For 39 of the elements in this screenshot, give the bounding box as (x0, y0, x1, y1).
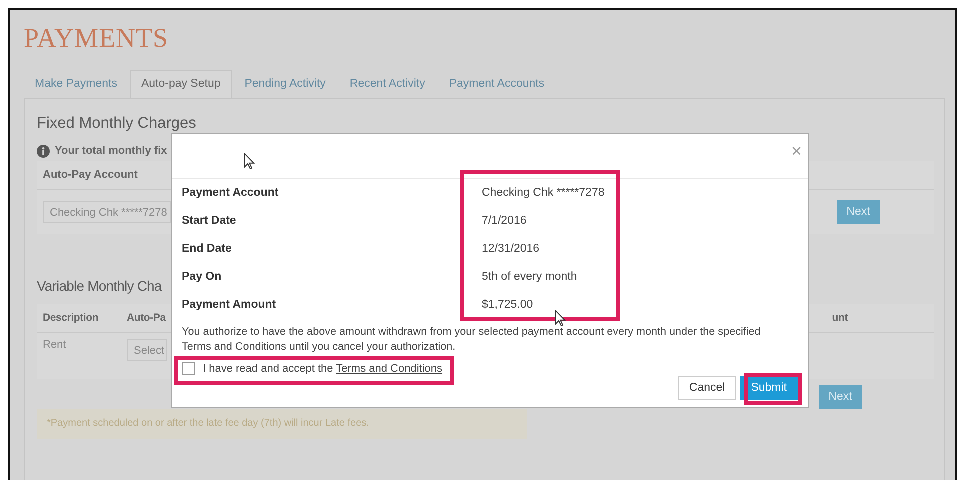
next-button[interactable]: Next (837, 200, 880, 224)
cancel-button[interactable]: Cancel (678, 376, 736, 400)
highlight-frame (744, 373, 802, 405)
tab[interactable]: Pending Activity (234, 70, 337, 98)
field-label: Pay On (182, 271, 222, 283)
late-fee-note: *Payment scheduled on or after the late fee day (7th) will incur Late fees. (37, 409, 527, 439)
tab[interactable]: Payment Accounts (438, 70, 556, 98)
info-text: Your total monthly fix (55, 145, 168, 157)
account-field[interactable]: Checking Chk *****7278 (43, 201, 171, 223)
field-label: Payment Account (182, 187, 279, 199)
field-value: 5th of every month (482, 271, 578, 283)
cursor-icon (555, 310, 566, 327)
authorization-text: You authorize to have the above amount withdrawn from your selected payment account every month under the specified Terms and Conditions until you cancel your authorization. (181, 325, 762, 355)
cursor-icon (244, 153, 255, 170)
accept-label: I have read and accept the Terms and Conditions (203, 362, 443, 374)
tab[interactable]: Auto-pay Setup (130, 70, 232, 98)
column-header: unt (832, 311, 848, 326)
column-header: Description (43, 311, 100, 326)
field-label: Payment Amount (182, 299, 276, 311)
section-title: Fixed Monthly Charges (37, 115, 196, 133)
tab[interactable]: Recent Activity (338, 70, 436, 98)
tab[interactable]: Make Payments (24, 70, 128, 98)
accept-checkbox[interactable] (182, 362, 195, 375)
table-cell-text: Rent (43, 339, 68, 351)
field-value: Checking Chk *****7278 (482, 187, 605, 199)
info-icon (37, 144, 50, 158)
next-button[interactable]: Next (819, 385, 862, 409)
field-value: 12/31/2016 (482, 243, 540, 255)
column-header: Auto-Pa (127, 311, 166, 326)
column-header: Auto-Pay Account (43, 168, 138, 183)
close-icon[interactable]: × (791, 142, 802, 160)
field-value: $1,725.00 (482, 299, 534, 311)
field-label: End Date (182, 243, 232, 255)
field-label: Start Date (182, 215, 236, 227)
section-title: Variable Monthly Cha (37, 278, 162, 294)
terms-link[interactable]: Terms and Conditions (336, 362, 443, 374)
account-select[interactable]: Select (127, 339, 167, 361)
field-value: 7/1/2016 (482, 215, 527, 227)
page-title: PAYMENTS (24, 22, 169, 55)
